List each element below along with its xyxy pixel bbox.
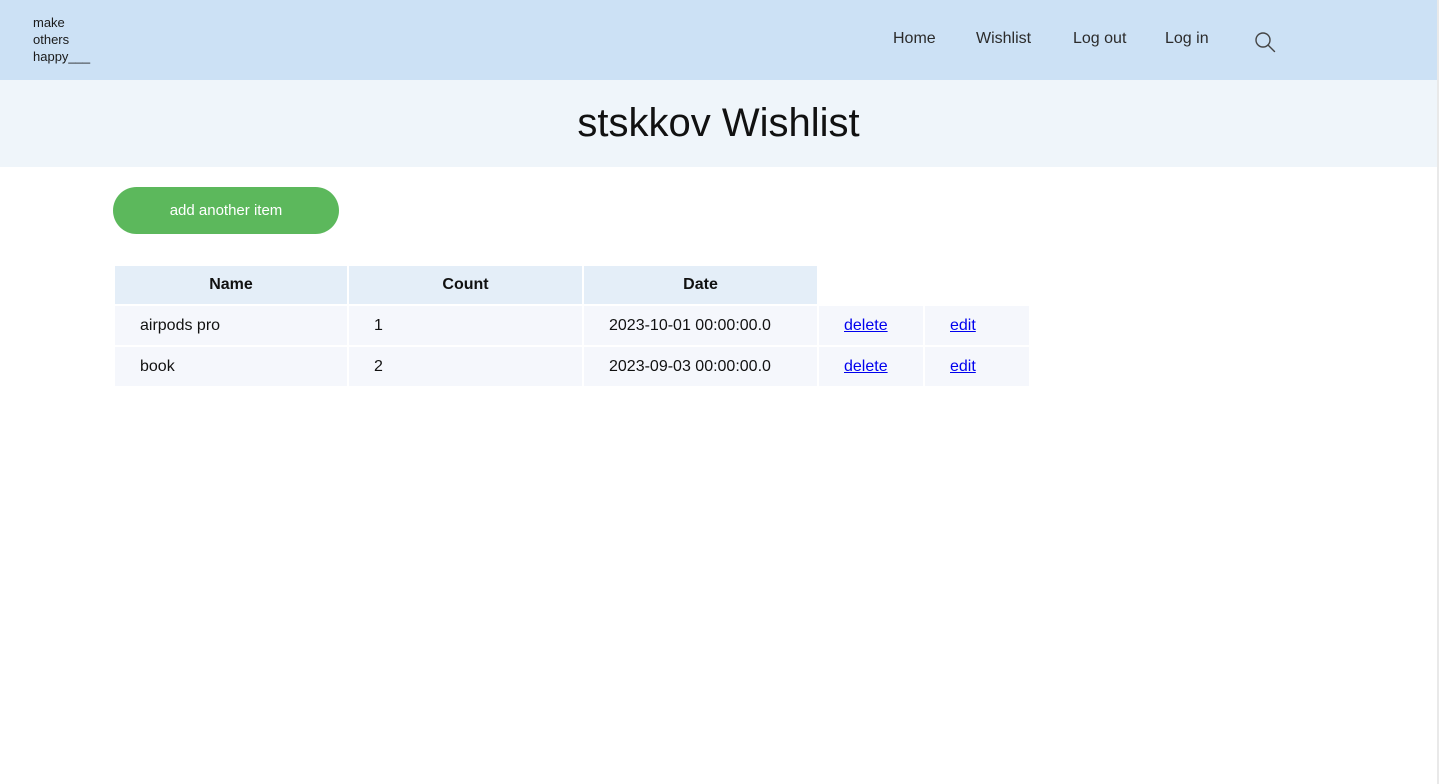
header-name: Name xyxy=(115,266,347,304)
edit-link[interactable]: edit xyxy=(950,317,976,334)
nav-wishlist-link[interactable]: Wishlist xyxy=(976,30,1031,48)
nav-login-link[interactable]: Log in xyxy=(1165,30,1209,48)
table-row: book 2 2023-09-03 00:00:00.0 delete edit xyxy=(115,347,1029,386)
wishlist-table: Name Count Date airpods pro 1 2023-10-01… xyxy=(113,264,1031,388)
page-title: stskkov Wishlist xyxy=(577,101,860,145)
cell-name: book xyxy=(115,347,347,386)
main-nav: Home Wishlist Log out Log in xyxy=(0,30,1437,52)
nav-logout-link[interactable]: Log out xyxy=(1073,30,1126,48)
cell-date: 2023-09-03 00:00:00.0 xyxy=(584,347,817,386)
cell-count: 1 xyxy=(349,306,582,345)
cell-edit: edit xyxy=(925,306,1029,345)
header-count: Count xyxy=(349,266,582,304)
title-band: stskkov Wishlist xyxy=(0,80,1437,167)
delete-link[interactable]: delete xyxy=(844,317,888,334)
nav-home-link[interactable]: Home xyxy=(893,30,936,48)
logo-line-1: make xyxy=(33,15,65,30)
header-date: Date xyxy=(584,266,817,304)
table-header-row: Name Count Date xyxy=(115,266,1029,304)
cell-delete: delete xyxy=(819,347,923,386)
cell-name: airpods pro xyxy=(115,306,347,345)
cell-delete: delete xyxy=(819,306,923,345)
table-row: airpods pro 1 2023-10-01 00:00:00.0 dele… xyxy=(115,306,1029,345)
edit-link[interactable]: edit xyxy=(950,358,976,375)
cell-date: 2023-10-01 00:00:00.0 xyxy=(584,306,817,345)
search-icon[interactable] xyxy=(1254,31,1276,53)
add-item-button[interactable]: add another item xyxy=(113,187,339,234)
cell-count: 2 xyxy=(349,347,582,386)
top-navbar: make others happy___ Home Wishlist Log o… xyxy=(0,0,1437,80)
header-blank-delete xyxy=(819,266,923,304)
cell-edit: edit xyxy=(925,347,1029,386)
header-blank-edit xyxy=(925,266,1029,304)
delete-link[interactable]: delete xyxy=(844,358,888,375)
